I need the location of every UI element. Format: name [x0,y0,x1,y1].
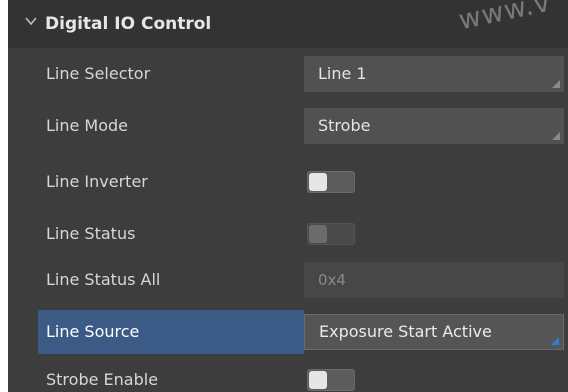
line-selector-dropdown[interactable]: Line 1 [304,56,564,92]
line-selector-label: Line Selector [46,64,151,83]
dropdown-corner-icon [552,80,560,88]
row-line-status: Line Status [8,208,568,260]
toggle-knob [309,371,327,389]
line-inverter-toggle[interactable] [307,171,355,193]
dropdown-corner-icon [552,132,560,140]
line-inverter-label: Line Inverter [46,172,148,191]
line-status-toggle [307,223,355,245]
section-header-digital-io-control[interactable]: Digital IO Control [8,0,568,48]
section-title: Digital IO Control [45,14,212,34]
toggle-knob [309,173,327,191]
row-line-source: Line Source Exposure Start Active [8,306,568,358]
row-line-status-all: Line Status All 0x4 [8,254,568,306]
line-source-dropdown[interactable]: Exposure Start Active [304,314,564,350]
toggle-knob [309,225,327,243]
line-status-all-value: 0x4 [318,271,346,289]
dropdown-corner-icon [551,337,559,345]
line-mode-value: Strobe [318,116,371,135]
line-mode-dropdown[interactable]: Strobe [304,108,564,144]
line-status-all-label: Line Status All [46,270,161,289]
strobe-enable-label: Strobe Enable [46,370,159,389]
digital-io-panel: Digital IO Control www.v Line Selector L… [8,0,568,392]
line-source-value: Exposure Start Active [319,322,492,341]
line-mode-label: Line Mode [46,116,129,135]
line-status-label: Line Status [46,224,136,243]
row-line-inverter: Line Inverter [8,156,568,208]
row-line-selector: Line Selector Line 1 [8,48,568,100]
row-line-mode: Line Mode Strobe [8,100,568,152]
row-strobe-enable: Strobe Enable [8,354,568,392]
strobe-enable-toggle[interactable] [307,369,355,391]
line-status-all-field: 0x4 [304,262,564,298]
chevron-down-icon [25,17,37,26]
line-source-label: Line Source [46,322,140,341]
line-selector-value: Line 1 [318,64,367,83]
